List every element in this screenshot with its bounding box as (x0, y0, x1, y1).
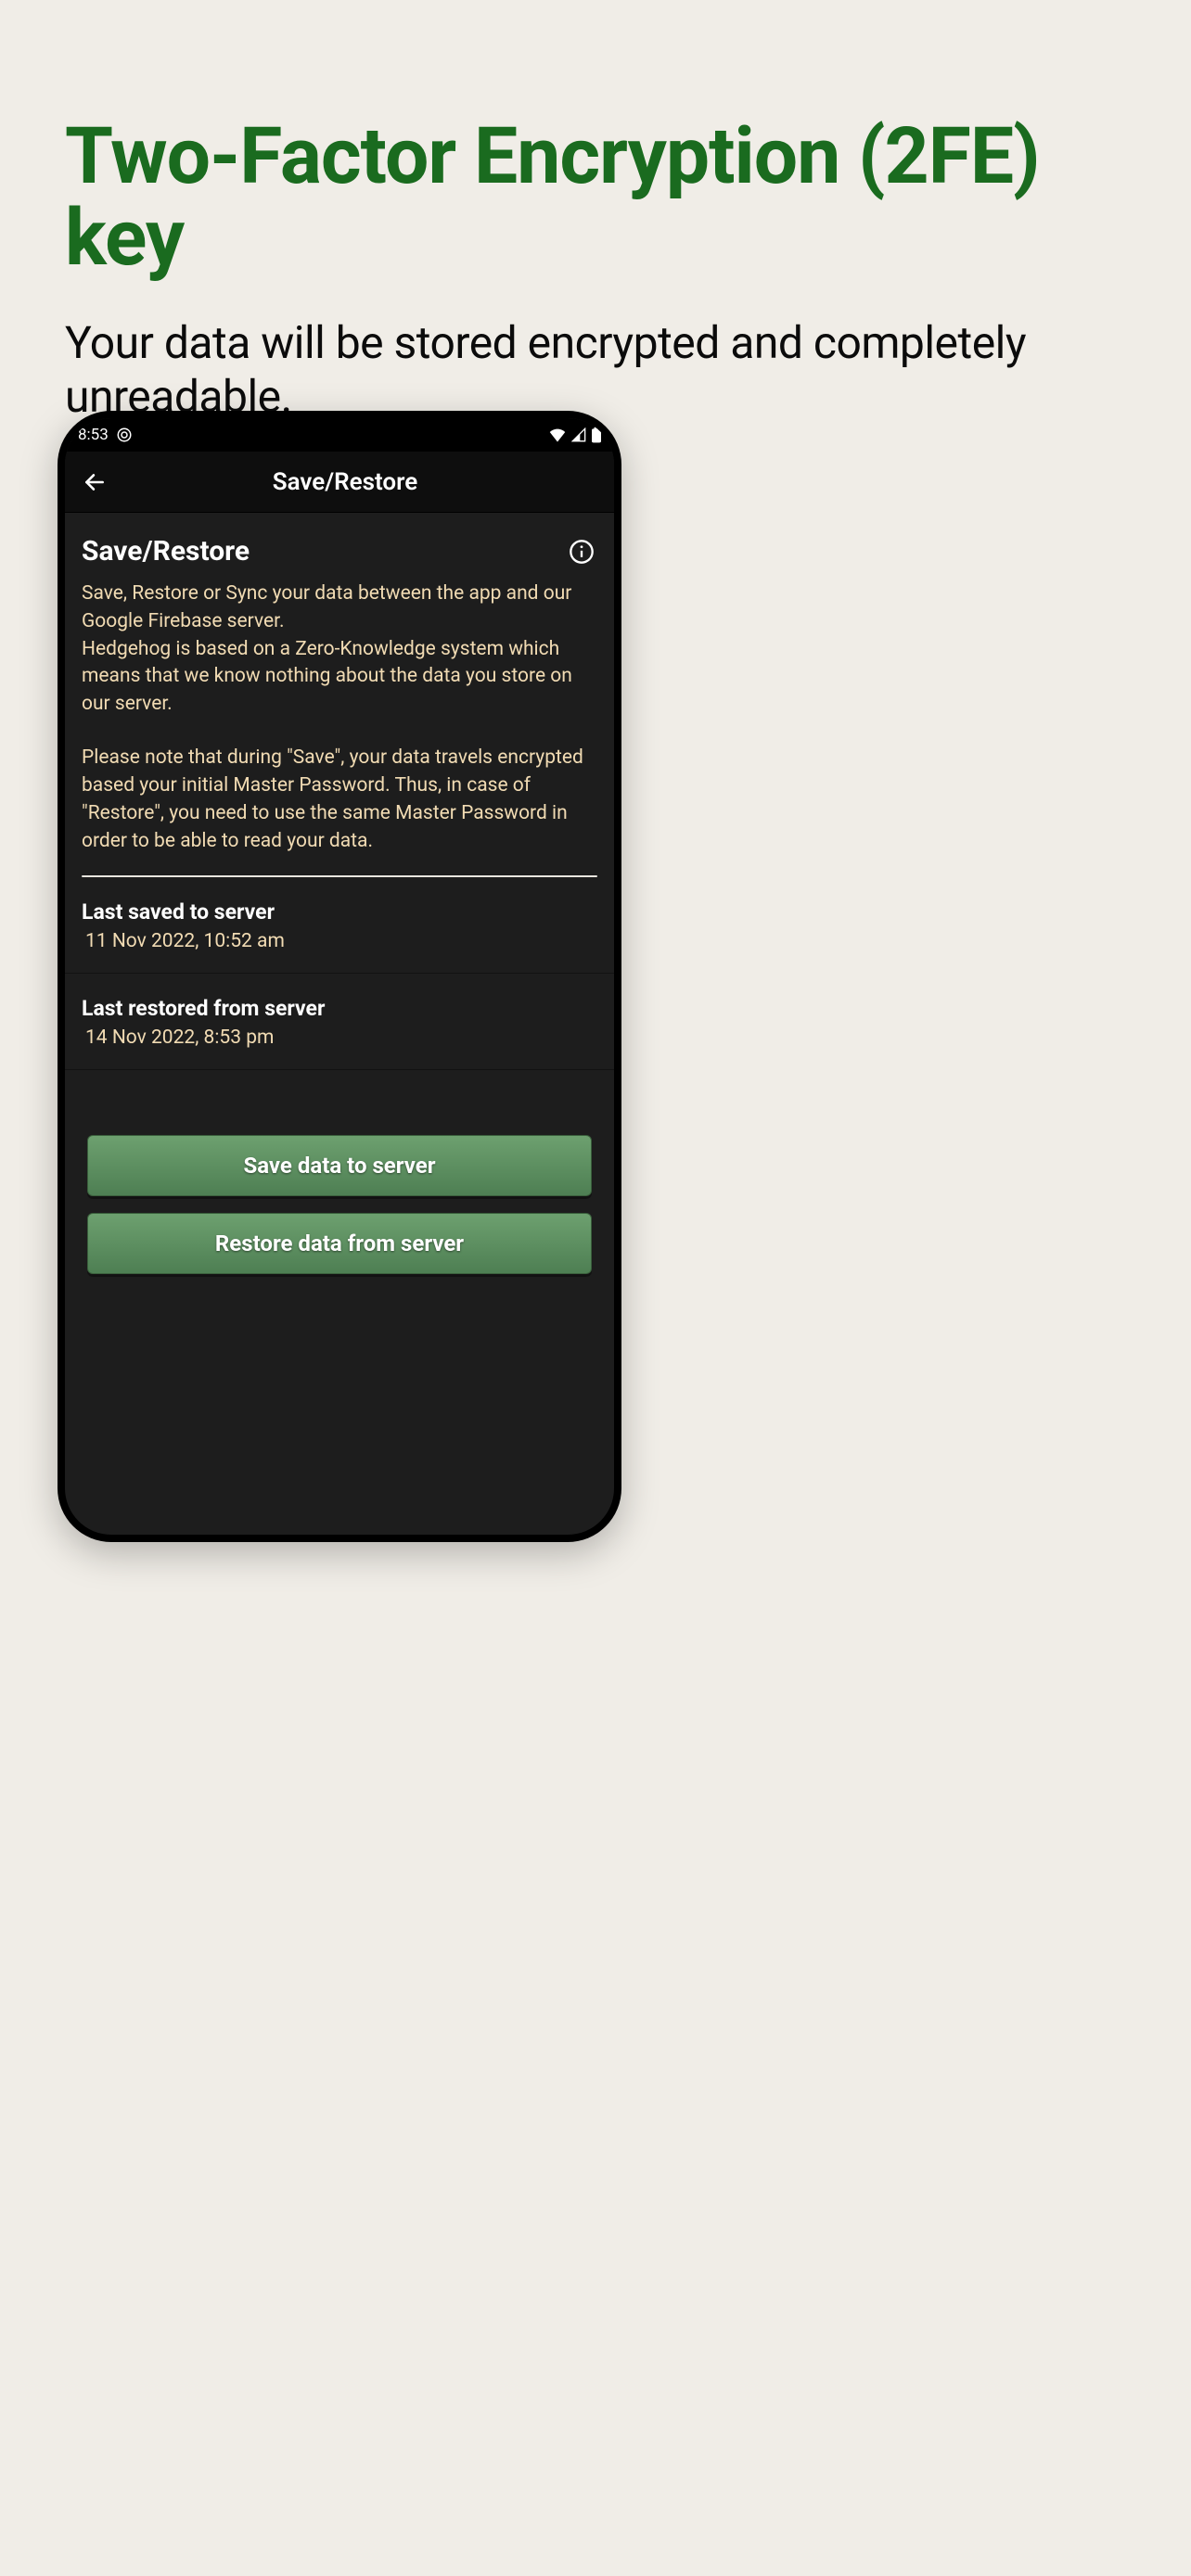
battery-icon (592, 427, 601, 443)
dnd-icon (116, 427, 133, 443)
last-saved-label: Last saved to server (82, 899, 597, 925)
last-saved-row[interactable]: Last saved to server 11 Nov 2022, 10:52 … (65, 877, 614, 974)
app-bar-title: Save/Restore (87, 468, 603, 496)
status-bar: 8:53 (65, 418, 614, 452)
promo-title: Two-Factor Encryption (2FE) key (0, 0, 1191, 279)
last-restored-row[interactable]: Last restored from server 14 Nov 2022, 8… (65, 974, 614, 1070)
app-bar: Save/Restore (65, 452, 614, 513)
description-paragraph-2: Please note that during "Save", your dat… (65, 745, 614, 855)
promo-subtitle: Your data will be stored encrypted and c… (0, 279, 1191, 423)
last-restored-label: Last restored from server (82, 996, 597, 1021)
description-paragraph-1: Save, Restore or Sync your data between … (65, 580, 614, 719)
cell-signal-icon (571, 427, 586, 442)
restore-button[interactable]: Restore data from server (87, 1213, 592, 1274)
section-title: Save/Restore (82, 535, 250, 567)
content-area: Save/Restore Save, Restore or Sync your … (65, 513, 614, 1274)
save-button[interactable]: Save data to server (87, 1135, 592, 1196)
wifi-icon (549, 427, 566, 442)
last-saved-value: 11 Nov 2022, 10:52 am (82, 930, 597, 952)
info-icon (569, 539, 595, 565)
last-restored-value: 14 Nov 2022, 8:53 pm (82, 1027, 597, 1049)
info-button[interactable] (566, 536, 597, 567)
phone-screen: 8:53 (65, 418, 614, 1535)
status-time: 8:53 (78, 426, 109, 444)
action-buttons: Save data to server Restore data from se… (65, 1070, 614, 1274)
phone-frame: 8:53 (58, 411, 621, 1542)
